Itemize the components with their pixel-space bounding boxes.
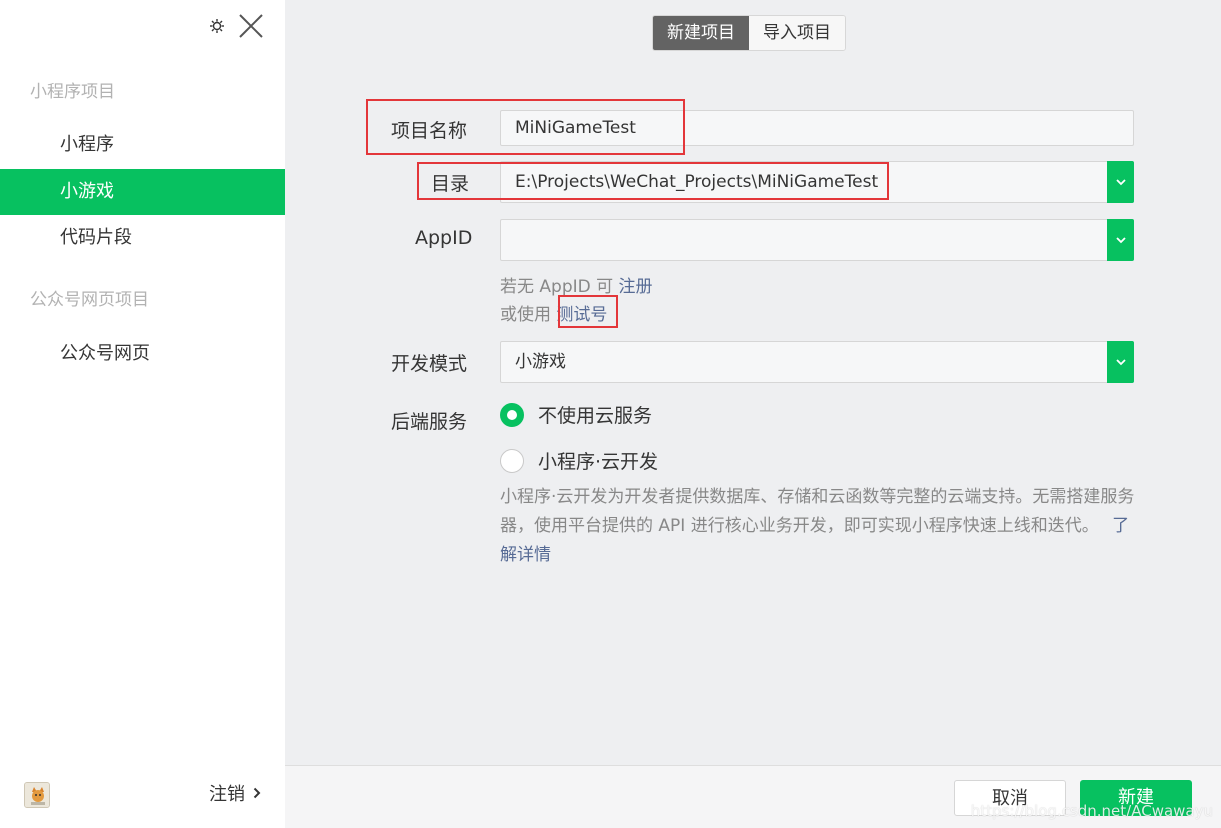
dev-mode-dropdown-button[interactable] bbox=[1107, 341, 1134, 383]
main-panel: 新建项目 导入项目 项目名称 MiNiGameTest 目录 E:\Projec… bbox=[285, 0, 1221, 828]
chevron-down-icon bbox=[1115, 237, 1126, 244]
dev-mode-value: 小游戏 bbox=[515, 352, 566, 372]
window-controls bbox=[209, 12, 265, 40]
appid-register-hint: 若无 AppID 可 注册 bbox=[500, 272, 653, 297]
highlight-box-directory bbox=[417, 162, 889, 200]
appid-register-prefix: 若无 AppID 可 bbox=[500, 277, 614, 297]
close-icon[interactable] bbox=[237, 12, 265, 40]
section-title-miniprogram: 小程序项目 bbox=[30, 82, 115, 102]
backend-option-no-cloud[interactable]: 不使用云服务 bbox=[500, 401, 652, 428]
sidebar-item-code-snippet[interactable]: 代码片段 bbox=[0, 215, 285, 261]
avatar[interactable] bbox=[24, 782, 50, 808]
radio-unchecked-icon[interactable] bbox=[500, 448, 524, 473]
radio-checked-icon[interactable] bbox=[500, 402, 524, 427]
cloud-description: 小程序·云开发为开发者提供数据库、存储和云函数等完整的云端支持。无需搭建服务器，… bbox=[500, 483, 1140, 570]
cloud-description-text: 小程序·云开发为开发者提供数据库、存储和云函数等完整的云端支持。无需搭建服务器，… bbox=[500, 487, 1135, 536]
section-title-official-account: 公众号网页项目 bbox=[30, 290, 149, 310]
logout-button[interactable]: 注销 bbox=[209, 780, 261, 806]
dev-mode-label: 开发模式 bbox=[391, 353, 468, 375]
tab-import-project[interactable]: 导入项目 bbox=[749, 16, 845, 50]
sidebar-item-miniprogram[interactable]: 小程序 bbox=[0, 122, 285, 168]
sidebar: 小程序项目 小程序 小游戏 代码片段 公众号网页项目 公众号网页 注销 bbox=[0, 0, 285, 828]
chevron-down-icon bbox=[1115, 359, 1126, 366]
highlight-box-test-account bbox=[558, 295, 618, 328]
project-tabs: 新建项目 导入项目 bbox=[652, 15, 846, 51]
appid-label: AppID bbox=[415, 227, 473, 249]
sidebar-item-official-webpage[interactable]: 公众号网页 bbox=[0, 331, 285, 377]
settings-gear-icon[interactable] bbox=[209, 18, 225, 34]
backend-label: 后端服务 bbox=[391, 411, 468, 433]
watermark: https://blog.csdn.net/ACwawayu bbox=[970, 802, 1213, 820]
chevron-right-icon bbox=[253, 783, 261, 804]
directory-dropdown-button[interactable] bbox=[1107, 161, 1134, 203]
register-link[interactable]: 注册 bbox=[619, 277, 653, 297]
logout-label: 注销 bbox=[209, 784, 245, 805]
backend-option-no-cloud-label: 不使用云服务 bbox=[538, 405, 653, 427]
dev-mode-select[interactable]: 小游戏 bbox=[500, 341, 1134, 383]
appid-dropdown-button[interactable] bbox=[1107, 219, 1134, 261]
tab-new-project[interactable]: 新建项目 bbox=[653, 16, 749, 50]
chevron-down-icon bbox=[1115, 179, 1126, 186]
backend-option-cloud-dev[interactable]: 小程序·云开发 bbox=[500, 447, 658, 474]
appid-test-prefix: 或使用 bbox=[500, 305, 551, 325]
appid-select[interactable] bbox=[500, 219, 1134, 261]
highlight-box-project-name bbox=[366, 99, 685, 155]
backend-option-cloud-dev-label: 小程序·云开发 bbox=[538, 451, 659, 473]
sidebar-item-minigame[interactable]: 小游戏 bbox=[0, 169, 285, 215]
footer-bar: 取消 新建 https://blog.csdn.net/ACwawayu bbox=[285, 765, 1221, 828]
